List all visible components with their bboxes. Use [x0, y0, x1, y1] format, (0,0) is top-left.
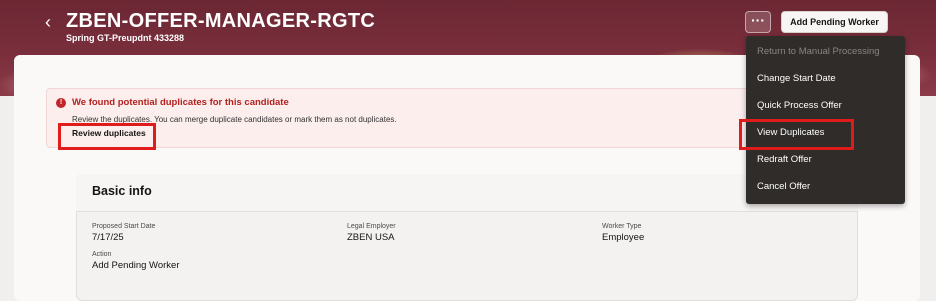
- menu-item-change-start-date[interactable]: Change Start Date: [757, 73, 836, 84]
- highlight-review-duplicates: [58, 123, 156, 150]
- field-label-legal-employer: Legal Employer: [347, 223, 396, 230]
- field-value-action: Add Pending Worker: [92, 260, 180, 271]
- menu-item-return-to-manual-processing: Return to Manual Processing: [757, 46, 880, 57]
- field-label-action: Action: [92, 251, 112, 258]
- page-subtitle: Spring GT-Preupdnt 433288: [66, 33, 185, 43]
- field-label-start-date: Proposed Start Date: [92, 223, 156, 230]
- field-label-worker-type: Worker Type: [602, 223, 642, 230]
- chevron-left-icon[interactable]: ‹: [38, 12, 58, 32]
- menu-item-quick-process-offer[interactable]: Quick Process Offer: [757, 100, 842, 111]
- alert-title: We found potential duplicates for this c…: [72, 97, 289, 108]
- error-icon: !: [56, 98, 66, 108]
- section-title: Basic info: [92, 184, 152, 198]
- basic-info-header: [76, 174, 858, 212]
- highlight-view-duplicates: [739, 119, 854, 150]
- menu-item-redraft-offer[interactable]: Redraft Offer: [757, 154, 812, 165]
- field-value-worker-type: Employee: [602, 232, 645, 243]
- menu-item-cancel-offer[interactable]: Cancel Offer: [757, 181, 810, 192]
- page-title: ZBEN-OFFER-MANAGER-RGTC: [66, 10, 376, 32]
- field-value-start-date: 7/17/25: [92, 232, 124, 243]
- add-pending-worker-button[interactable]: Add Pending Worker: [781, 11, 888, 33]
- field-value-legal-employer: ZBEN USA: [347, 232, 395, 243]
- more-actions-button[interactable]: ···: [745, 11, 771, 33]
